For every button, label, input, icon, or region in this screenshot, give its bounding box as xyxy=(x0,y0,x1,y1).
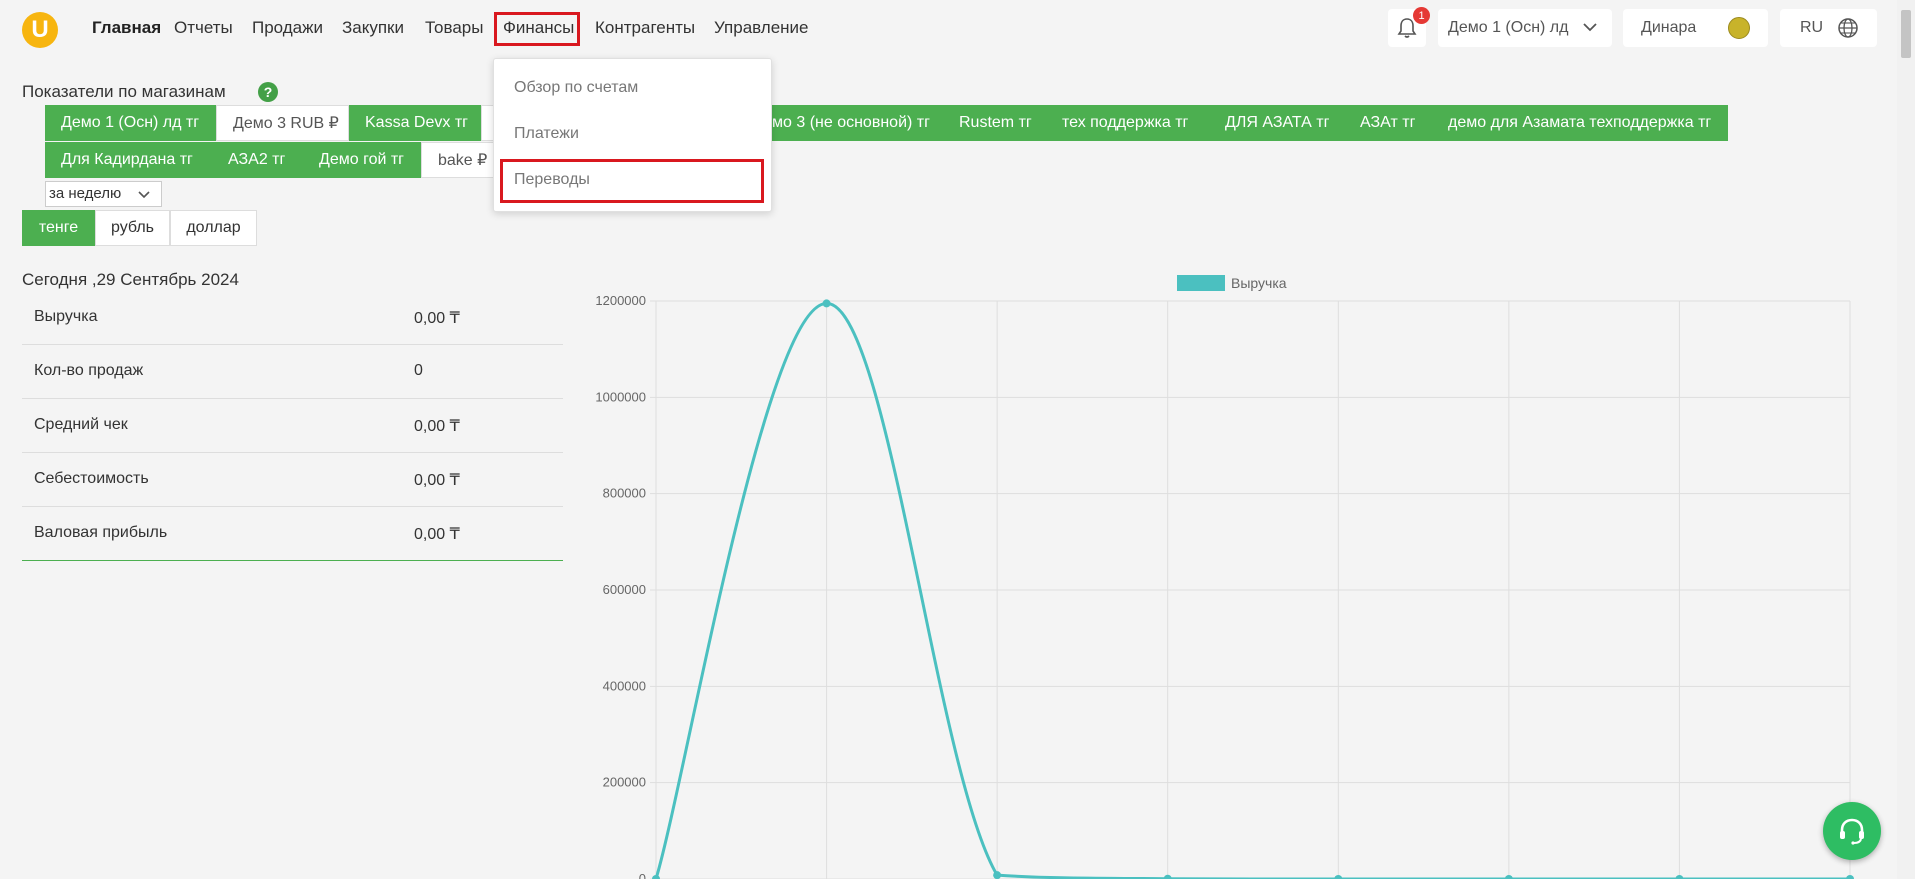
stat-value: 0,00 ₸ xyxy=(414,526,460,543)
notification-badge: 1 xyxy=(1413,7,1430,24)
stat-row: Валовая прибыль 0,00 ₸ xyxy=(22,507,563,561)
chart-legend: Выручка xyxy=(1177,275,1287,291)
store-tab[interactable]: АЗАт тг xyxy=(1344,105,1432,141)
legend-label: Выручка xyxy=(1231,275,1287,291)
nav-finance-highlight xyxy=(494,12,580,46)
data-point[interactable] xyxy=(652,875,660,879)
y-tick-label: 1200000 xyxy=(595,293,646,308)
dropdown-item-payments[interactable]: Платежи xyxy=(514,125,579,143)
nav-reports[interactable]: Отчеты xyxy=(174,17,233,39)
chart-points xyxy=(652,299,1854,879)
dropdown-item-transfers-highlight xyxy=(500,159,764,203)
support-chat-button[interactable] xyxy=(1823,802,1881,860)
period-value: за неделю xyxy=(49,185,122,202)
nav-counterparties[interactable]: Контрагенты xyxy=(595,17,695,39)
stat-row: Себестоимость 0,00 ₸ xyxy=(22,453,563,507)
data-point[interactable] xyxy=(993,871,1002,879)
stat-label: Себестоимость xyxy=(34,470,149,487)
y-tick-label: 800000 xyxy=(603,486,646,501)
finance-dropdown: Обзор по счетам Платежи Переводы xyxy=(493,58,772,212)
store-tab[interactable]: тех поддержка тг xyxy=(1046,105,1209,141)
section-title: Показатели по магазинам xyxy=(22,82,226,101)
chart-grid xyxy=(650,300,1851,879)
notifications-button[interactable]: 1 xyxy=(1388,7,1430,47)
currency-dollar-button[interactable]: доллар xyxy=(170,210,257,246)
nav-sales[interactable]: Продажи xyxy=(252,17,323,39)
data-point[interactable] xyxy=(1334,875,1343,879)
store-tab[interactable]: мо 3 (не основной) тг xyxy=(769,105,943,141)
chevron-down-icon xyxy=(1583,23,1597,32)
nav-management[interactable]: Управление xyxy=(714,17,809,39)
data-point[interactable] xyxy=(1163,874,1172,879)
dropdown-item-accounts-overview[interactable]: Обзор по счетам xyxy=(514,79,638,97)
data-point[interactable] xyxy=(1504,875,1513,879)
language-label: RU xyxy=(1800,19,1824,36)
stat-label: Валовая прибыль xyxy=(34,524,168,541)
stat-value: 0,00 ₸ xyxy=(414,310,460,327)
currency-ruble-button[interactable]: рубль xyxy=(95,210,170,246)
stat-value: 0,00 ₸ xyxy=(414,418,460,435)
stat-label: Средний чек xyxy=(34,416,128,433)
store-select-value: Демо 1 (Осн) лд xyxy=(1448,19,1569,36)
user-menu[interactable]: Динара xyxy=(1623,9,1768,47)
store-tab[interactable]: АЗА2 тг xyxy=(212,142,303,178)
data-point[interactable] xyxy=(1675,875,1684,879)
currency-tenge-button[interactable]: тенге xyxy=(22,210,95,246)
chart-y-axis: 0 200000 400000 600000 800000 1000000 1200000 xyxy=(595,293,646,879)
stat-row: Выручка 0,00 ₸ xyxy=(22,291,563,345)
language-select[interactable]: RU xyxy=(1780,9,1877,47)
store-tab[interactable]: Rustem тг xyxy=(943,105,1046,141)
revenue-chart: 020000040000060000080000010000001200000 … xyxy=(595,275,1854,879)
stat-value: 0 xyxy=(414,362,423,379)
legend-swatch xyxy=(1177,275,1225,291)
store-tab[interactable]: ДЛЯ АЗАТА тг xyxy=(1209,105,1344,141)
store-tab[interactable]: Демо 3 RUB ₽ xyxy=(216,105,349,141)
scrollbar-thumb[interactable] xyxy=(1901,10,1911,58)
y-tick-label: 400000 xyxy=(603,678,646,693)
nav-purchases[interactable]: Закупки xyxy=(342,17,404,39)
stat-label: Кол-во продаж xyxy=(34,362,144,379)
series-line-revenue xyxy=(654,301,1850,879)
store-tab[interactable]: Демо 1 (Осн) лд тг xyxy=(45,105,216,141)
y-tick-label: 0 xyxy=(639,871,646,879)
logo[interactable]: U xyxy=(22,12,58,48)
stat-row: Кол-во продаж 0 xyxy=(22,345,563,399)
globe-icon xyxy=(1838,18,1858,38)
data-point[interactable] xyxy=(822,299,831,308)
nav-home[interactable]: Главная xyxy=(92,17,161,39)
stat-label: Выручка xyxy=(34,308,98,325)
store-tab[interactable]: демо для Азамата техподдержка тг xyxy=(1432,105,1728,141)
chevron-down-icon xyxy=(138,191,150,199)
stat-row: Средний чек 0,00 ₸ xyxy=(22,399,563,453)
store-tab[interactable]: Демо гой тг xyxy=(303,142,421,178)
avatar xyxy=(1728,17,1750,39)
store-tab[interactable]: bake ₽ xyxy=(421,142,494,178)
store-tab[interactable]: Kassa Devx тг xyxy=(349,105,481,141)
y-tick-label: 1000000 xyxy=(595,389,646,404)
help-icon[interactable]: ? xyxy=(258,82,278,102)
nav-products[interactable]: Товары xyxy=(425,17,483,39)
store-select[interactable]: Демо 1 (Осн) лд xyxy=(1438,9,1612,47)
user-name: Динара xyxy=(1641,19,1697,36)
headset-icon xyxy=(1840,818,1864,845)
store-tab[interactable]: Для Кадирдана тг xyxy=(45,142,212,178)
data-point[interactable] xyxy=(1846,875,1854,879)
stat-value: 0,00 ₸ xyxy=(414,472,460,489)
y-tick-label: 600000 xyxy=(603,582,646,597)
scrollbar-track[interactable] xyxy=(1897,0,1915,879)
today-title: Сегодня ,29 Сентябрь 2024 xyxy=(22,270,239,289)
y-tick-label: 200000 xyxy=(603,775,646,790)
period-select[interactable]: за неделю xyxy=(45,181,162,207)
